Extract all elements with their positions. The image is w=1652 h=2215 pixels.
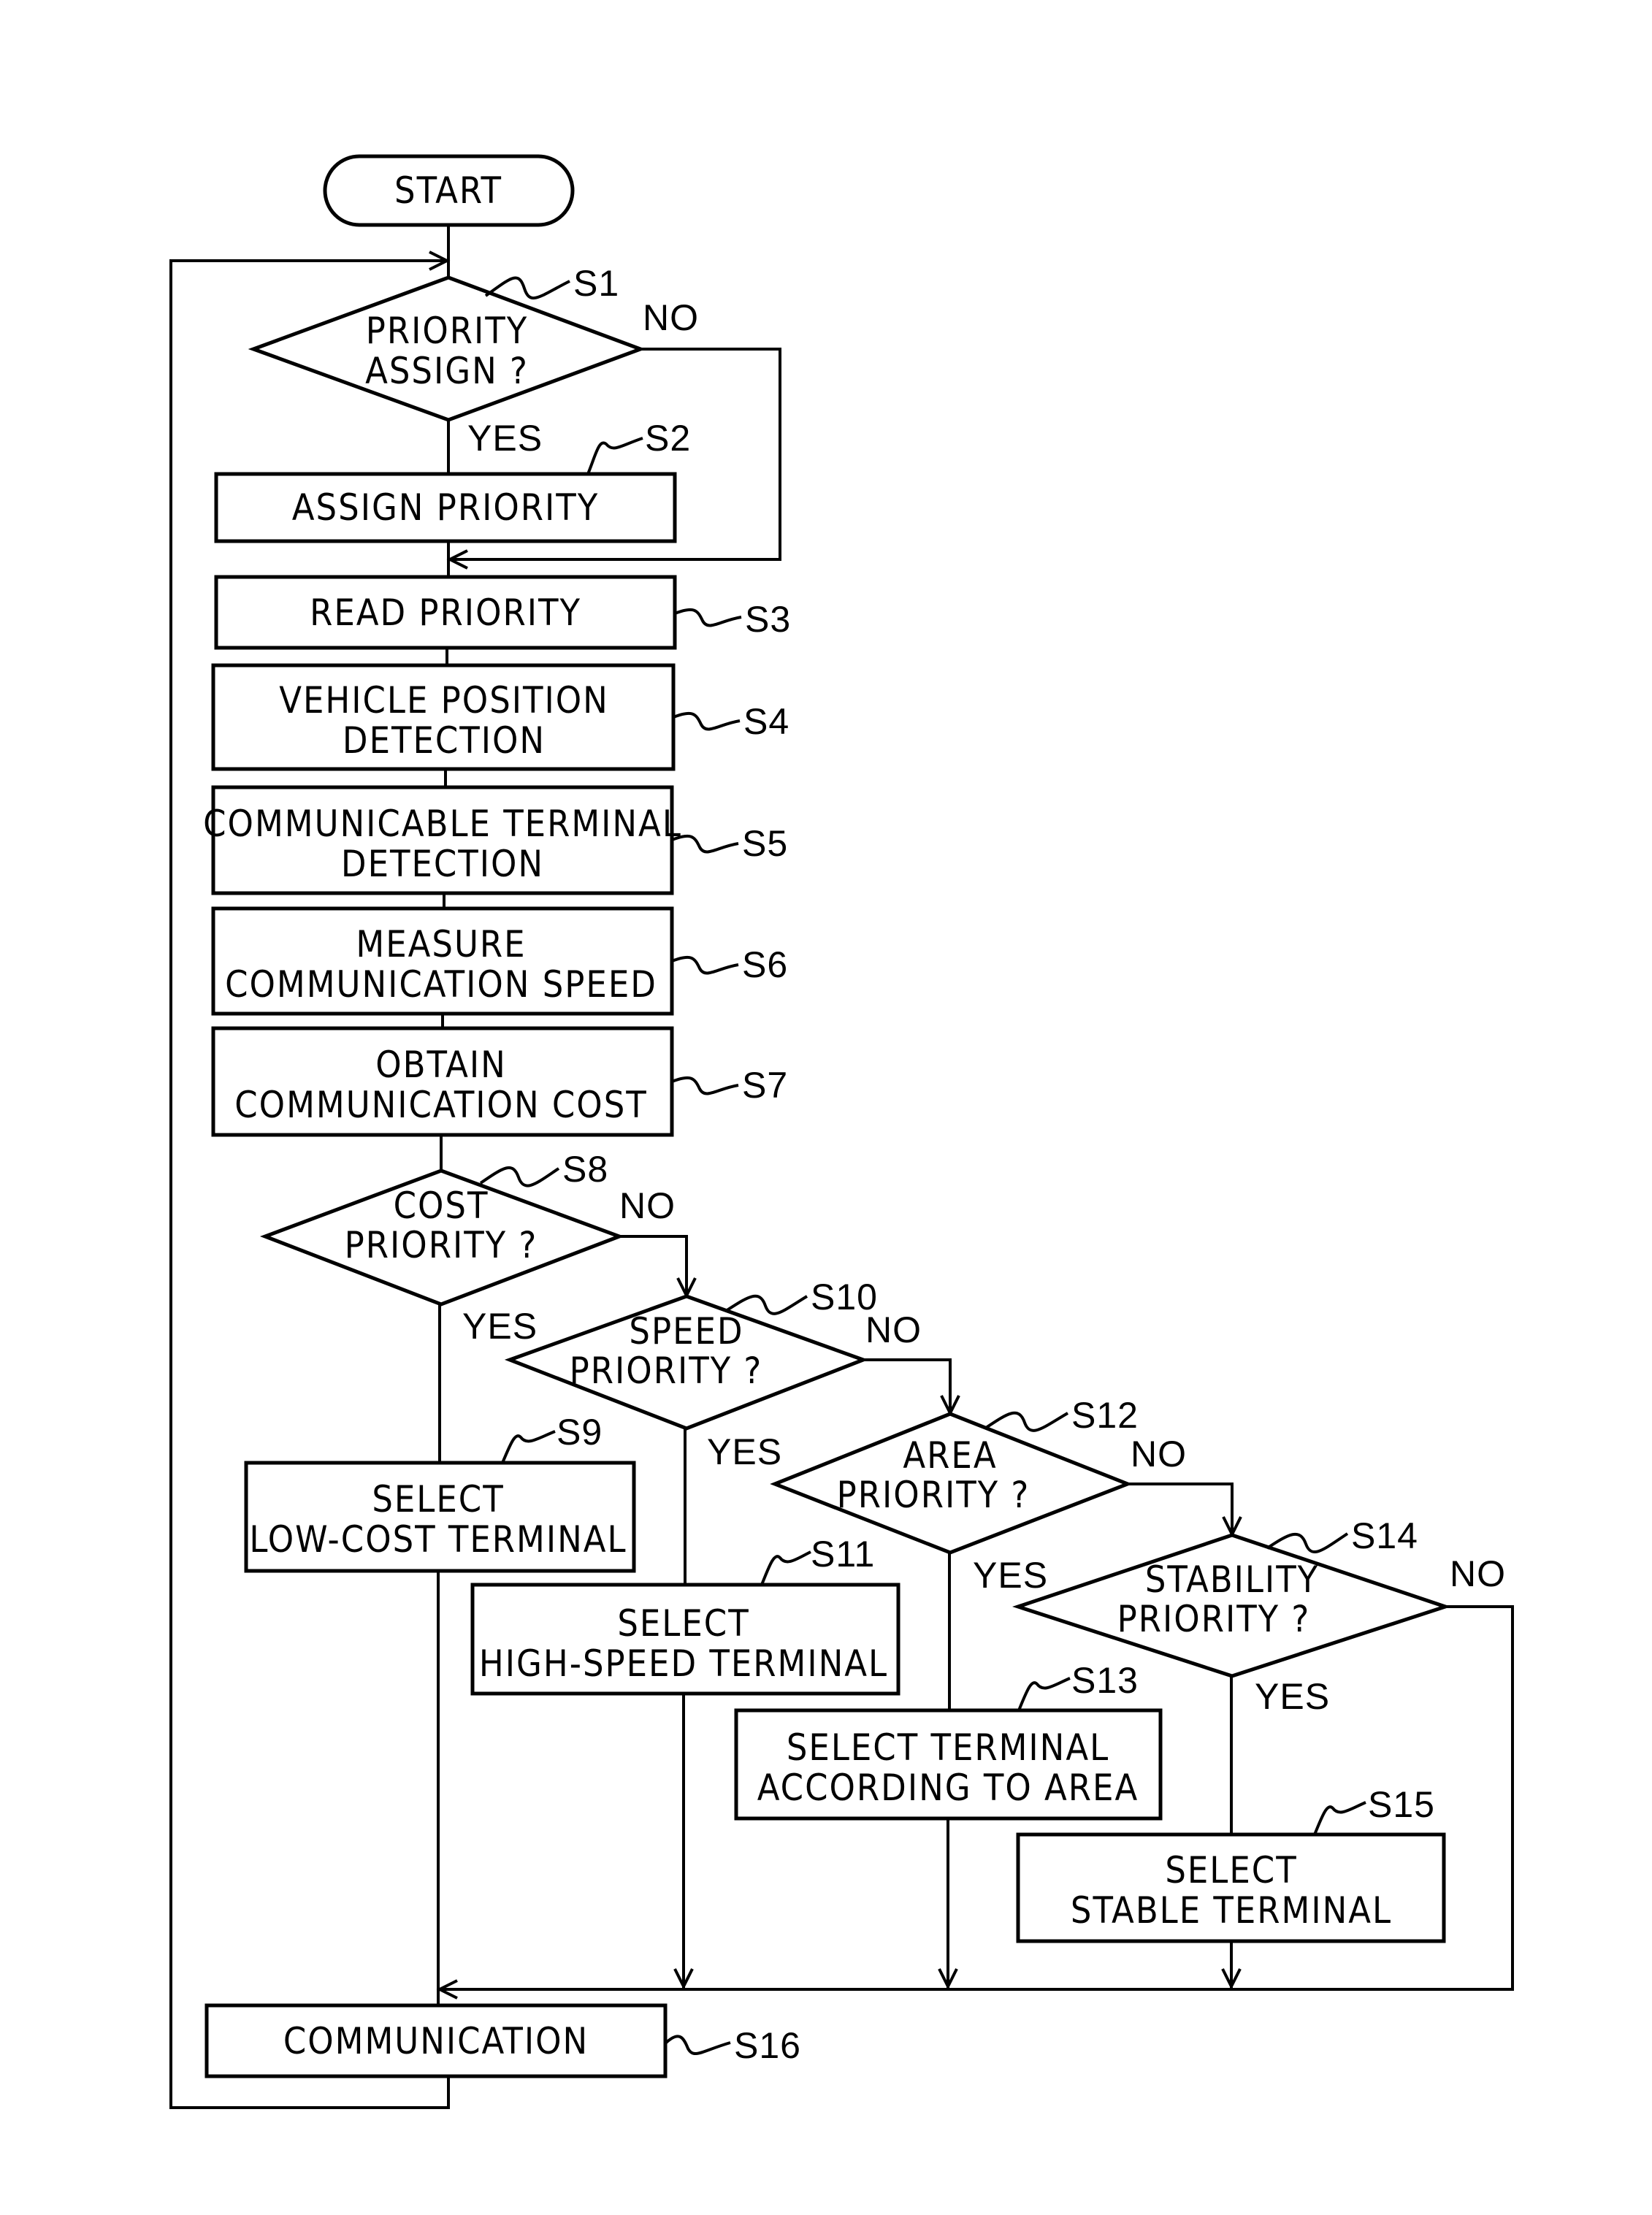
s12-yes-label: YES [973, 1555, 1048, 1596]
process-s15: SELECT STABLE TERMINAL [1016, 1832, 1446, 1943]
process-s16: COMMUNICATION [204, 2003, 668, 2078]
s13-line2: ACCORDING TO AREA [757, 1767, 1139, 1809]
process-s6: MEASURE COMMUNICATION SPEED [211, 906, 674, 1016]
process-s7: OBTAIN COMMUNICATION COST [211, 1026, 674, 1137]
ref-s12: S12 [1071, 1395, 1139, 1436]
ref-s2: S2 [645, 418, 691, 459]
ref-s7: S7 [742, 1065, 788, 1106]
process-s3: READ PRIORITY [214, 575, 677, 650]
s14-line1: STABILITY [1145, 1558, 1319, 1601]
ref-s8: S8 [562, 1149, 608, 1190]
decision-s1: PRIORITY ASSIGN ? NO YES [248, 275, 699, 459]
s9-line1: SELECT [372, 1478, 504, 1520]
ref-s9: S9 [557, 1412, 603, 1453]
start-label: START [394, 169, 502, 212]
s1-line1: PRIORITY [366, 310, 528, 352]
s6-line1: MEASURE [356, 923, 526, 965]
s12-line1: AREA [903, 1434, 997, 1477]
s7-line1: OBTAIN [375, 1044, 507, 1086]
s14-yes-label: YES [1255, 1676, 1330, 1717]
s5-line1: COMMUNICABLE TERMINAL [203, 803, 682, 845]
ref-s13: S13 [1071, 1660, 1139, 1701]
process-s11: SELECT HIGH-SPEED TERMINAL [470, 1583, 900, 1696]
s1-no-label: NO [643, 297, 699, 338]
s10-yes-label: YES [707, 1431, 782, 1472]
ref-s11: S11 [811, 1534, 875, 1575]
s3-line1: READ PRIORITY [310, 592, 581, 634]
s10-line2: PRIORITY ? [570, 1350, 763, 1392]
ref-s6: S6 [742, 944, 788, 985]
s11-line1: SELECT [617, 1602, 749, 1645]
ref-s14: S14 [1351, 1515, 1418, 1556]
s8-yes-label: YES [462, 1306, 538, 1347]
s14-no-label: NO [1450, 1553, 1506, 1594]
s10-line1: SPEED [629, 1310, 743, 1353]
s11-line2: HIGH-SPEED TERMINAL [479, 1642, 888, 1685]
s12-no-label: NO [1131, 1434, 1187, 1474]
s15-line2: STABLE TERMINAL [1071, 1889, 1392, 1932]
s12-line2: PRIORITY ? [837, 1474, 1030, 1516]
process-s2: ASSIGN PRIORITY [214, 472, 677, 543]
s13-line1: SELECT TERMINAL [787, 1726, 1109, 1769]
ref-s16: S16 [734, 2025, 801, 2066]
s8-line1: COST [394, 1185, 489, 1227]
process-s13: SELECT TERMINAL ACCORDING TO AREA [734, 1708, 1163, 1821]
s6-line2: COMMUNICATION SPEED [225, 963, 657, 1006]
process-s9: SELECT LOW-COST TERMINAL [244, 1461, 636, 1573]
s8-line2: PRIORITY ? [345, 1224, 538, 1266]
s4-line1: VEHICLE POSITION [279, 679, 609, 722]
s2-line1: ASSIGN PRIORITY [292, 486, 599, 529]
s9-line2: LOW-COST TERMINAL [249, 1518, 627, 1561]
ref-s3: S3 [745, 599, 791, 640]
process-s4: VEHICLE POSITION DETECTION [211, 663, 676, 771]
s1-yes-label: YES [467, 418, 543, 459]
s5-line2: DETECTION [341, 843, 544, 885]
s15-line1: SELECT [1165, 1849, 1297, 1891]
ref-s1: S1 [573, 263, 619, 304]
s16-line1: COMMUNICATION [283, 2020, 589, 2062]
start-terminal: START [323, 154, 575, 227]
s14-line2: PRIORITY ? [1117, 1598, 1311, 1640]
s7-line2: COMMUNICATION COST [234, 1084, 648, 1126]
ref-s5: S5 [742, 823, 788, 864]
ref-s4: S4 [743, 701, 789, 742]
s8-no-label: NO [619, 1185, 676, 1226]
s1-line2: ASSIGN ? [365, 350, 529, 392]
flowchart: START PRIORITY ASSIGN ? NO YES ASSIGN PR… [169, 154, 1514, 2109]
s4-line2: DETECTION [343, 719, 546, 762]
process-s5: COMMUNICABLE TERMINAL DETECTION [203, 785, 682, 895]
ref-s15: S15 [1368, 1784, 1435, 1825]
decision-s8: COST PRIORITY ? NO YES [259, 1168, 676, 1347]
ref-s10: S10 [811, 1277, 878, 1317]
